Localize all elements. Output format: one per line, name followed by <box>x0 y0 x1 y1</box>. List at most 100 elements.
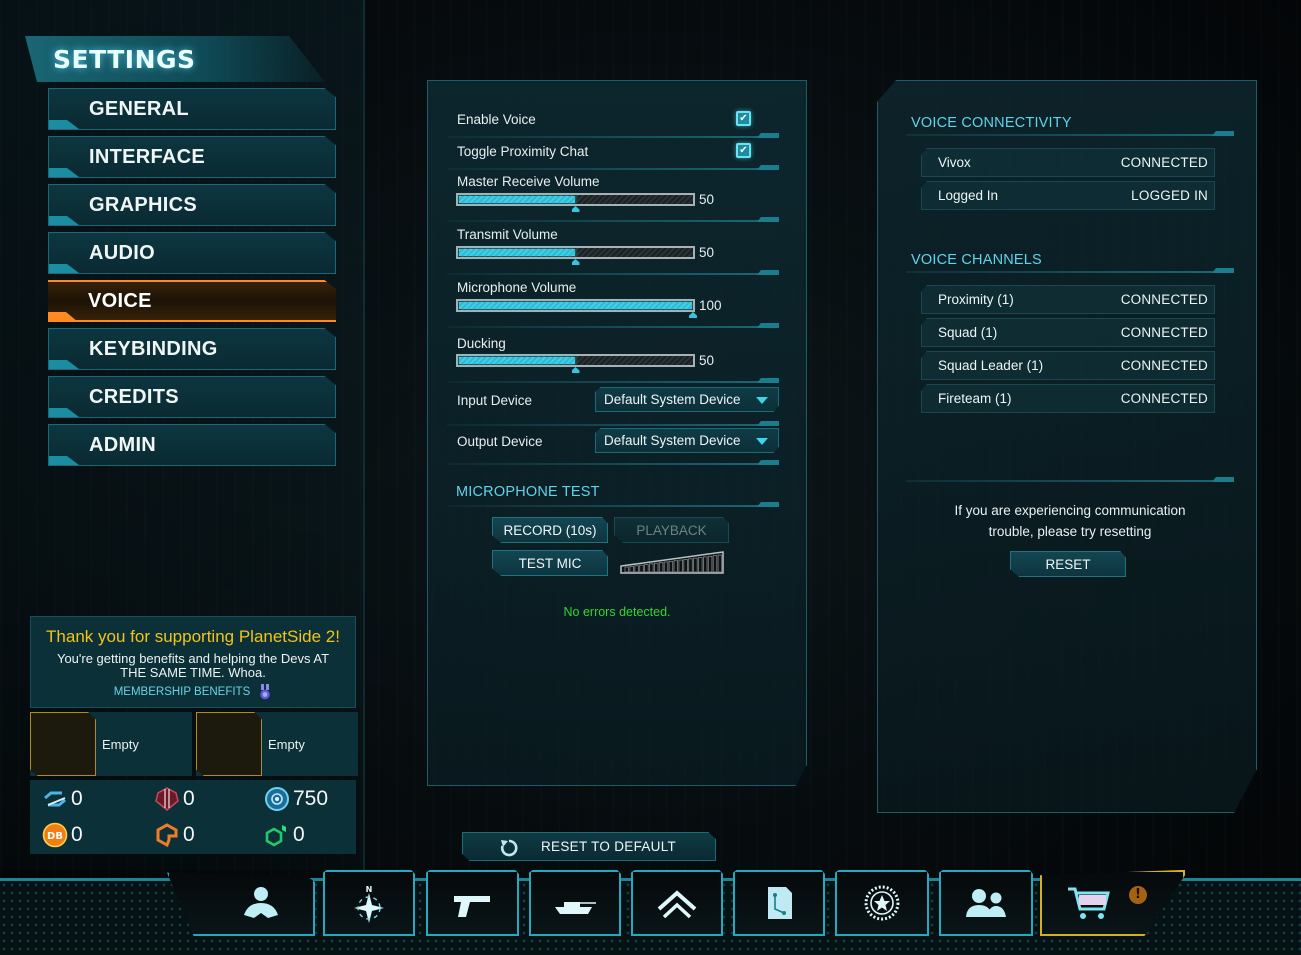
reset-message-text: If you are experiencing communication tr… <box>954 503 1186 539</box>
slider-label: Ducking <box>457 336 506 351</box>
playback-button-label: PLAYBACK <box>636 522 707 538</box>
channel-row: Fireteam (1) CONNECTED <box>921 384 1215 413</box>
slider-label: Master Receive Volume <box>457 174 600 189</box>
tank-icon <box>555 902 596 914</box>
nav-label: GENERAL <box>89 97 189 120</box>
slider-row-ducking: Ducking 50 <box>447 333 779 383</box>
svg-text:DB: DB <box>47 831 63 842</box>
channel-row: Proximity (1) CONNECTED <box>921 285 1215 314</box>
reset-to-default-label: RESET TO DEFAULT <box>541 839 677 854</box>
slider-value: 50 <box>699 192 715 207</box>
row-divider <box>447 381 779 383</box>
tab-ranks[interactable] <box>631 870 723 936</box>
nav-item-keybinding[interactable]: KEYBINDING <box>48 328 336 370</box>
row-divider <box>447 326 779 328</box>
proximity-chat-checkbox[interactable]: ✔ <box>736 143 751 158</box>
boost-slot-box[interactable] <box>196 712 262 776</box>
output-device-dropdown[interactable]: Default System Device <box>595 428 779 453</box>
nav-item-graphics[interactable]: GRAPHICS <box>48 184 336 226</box>
section-divider <box>906 271 1234 273</box>
nav-item-admin[interactable]: ADMIN <box>48 424 336 466</box>
reset-message: If you are experiencing communication tr… <box>906 500 1234 542</box>
nav-item-credits[interactable]: CREDITS <box>48 376 336 418</box>
device-row-output: Output Device Default System Device <box>447 427 779 465</box>
slider-fill <box>459 357 575 364</box>
tab-social[interactable] <box>939 870 1033 936</box>
tab-map[interactable]: N <box>323 870 415 936</box>
currency-ascension: 0 <box>154 822 195 848</box>
mic-level-meter <box>620 551 724 574</box>
row-divider <box>447 136 779 138</box>
tab-character[interactable] <box>167 872 315 936</box>
test-mic-button-label: TEST MIC <box>518 555 582 571</box>
microphone-volume-slider[interactable] <box>456 299 697 318</box>
toggle-row-proximity-chat: Toggle Proximity Chat ✔ <box>447 140 779 170</box>
boost-slot-label: Empty <box>268 737 305 752</box>
status-value: CONNECTED <box>1120 155 1208 170</box>
social-icon <box>966 889 1006 917</box>
slider-thumb[interactable] <box>571 367 580 373</box>
tab-weapons[interactable] <box>426 870 519 936</box>
row-divider <box>447 424 779 426</box>
section-divider <box>906 480 1234 482</box>
boost-slot-box[interactable] <box>30 712 96 776</box>
settings-nav: GENERAL INTERFACE GRAPHICS AUDIO VOICE K… <box>48 88 336 472</box>
input-device-dropdown[interactable]: Default System Device <box>595 387 779 412</box>
mic-test-header-row: MICROPHONE TEST <box>447 482 779 507</box>
membership-text: You're getting benefits and helping the … <box>56 651 330 680</box>
settings-title-text: SETTINGS <box>53 44 196 74</box>
tab-directives[interactable] <box>733 870 825 936</box>
certs-icon <box>44 791 66 807</box>
slider-label: Microphone Volume <box>457 280 577 295</box>
nav-item-interface[interactable]: INTERFACE <box>48 136 336 178</box>
boost-slot: Empty <box>196 712 358 776</box>
slider-fill <box>459 249 575 256</box>
slider-value: 50 <box>699 245 715 260</box>
channel-status: CONNECTED <box>1120 391 1208 406</box>
ascension-icon <box>156 823 178 848</box>
membership-benefits-link[interactable]: MEMBERSHIP BENEFITS <box>114 684 273 700</box>
currency-daybreak-cash: DB 0 <box>42 822 83 848</box>
slider-thumb[interactable] <box>571 259 580 265</box>
channel-status: CONNECTED <box>1120 325 1208 340</box>
toggle-row-enable-voice: Enable Voice ✔ <box>447 108 779 138</box>
record-button[interactable]: RECORD (10s) <box>492 517 608 543</box>
reset-to-default-button[interactable]: RESET TO DEFAULT <box>462 832 716 861</box>
currency-certs: 0 <box>42 786 83 812</box>
reset-voice-button[interactable]: RESET <box>1010 551 1126 577</box>
tab-achievements[interactable] <box>835 870 929 936</box>
playback-button[interactable]: PLAYBACK <box>614 517 729 543</box>
nav-label: VOICE <box>88 289 152 312</box>
device-row-input: Input Device Default System Device <box>447 386 779 426</box>
currency-implant: 0 <box>154 786 195 812</box>
status-name: Logged In <box>938 188 999 203</box>
master-receive-volume-slider[interactable] <box>456 193 695 212</box>
test-mic-button[interactable]: TEST MIC <box>492 550 608 576</box>
nav-item-general[interactable]: GENERAL <box>48 88 336 130</box>
transmit-volume-slider[interactable] <box>456 246 695 265</box>
slider-row-transmit: Transmit Volume 50 <box>447 225 779 275</box>
enable-voice-checkbox[interactable]: ✔ <box>736 111 751 126</box>
slider-thumb[interactable] <box>571 206 580 212</box>
channel-status: CONNECTED <box>1120 292 1208 307</box>
slider-value: 50 <box>699 353 715 368</box>
nanite-icon <box>265 787 289 811</box>
boost-slot-label: Empty <box>102 737 139 752</box>
svg-text:N: N <box>366 885 373 894</box>
tab-depot-store[interactable]: ! <box>1040 870 1185 936</box>
device-label: Input Device <box>457 393 533 408</box>
daybreak-cash-icon: DB <box>42 822 68 848</box>
currency-value: 750 <box>293 787 329 810</box>
tab-vehicles[interactable] <box>529 870 621 936</box>
nav-item-audio[interactable]: AUDIO <box>48 232 336 274</box>
nav-item-voice[interactable]: VOICE <box>48 280 336 322</box>
nav-label: AUDIO <box>89 241 155 264</box>
currency-nanites: 750 <box>264 786 328 812</box>
membership-title: Thank you for supporting PlanetSide 2! <box>46 627 340 646</box>
slider-thumb[interactable] <box>689 312 697 318</box>
status-value: LOGGED IN <box>1131 188 1208 203</box>
row-divider <box>447 168 779 170</box>
ducking-slider[interactable] <box>456 354 695 373</box>
boost-slot: Empty <box>30 712 192 776</box>
channel-name: Squad (1) <box>938 325 998 340</box>
